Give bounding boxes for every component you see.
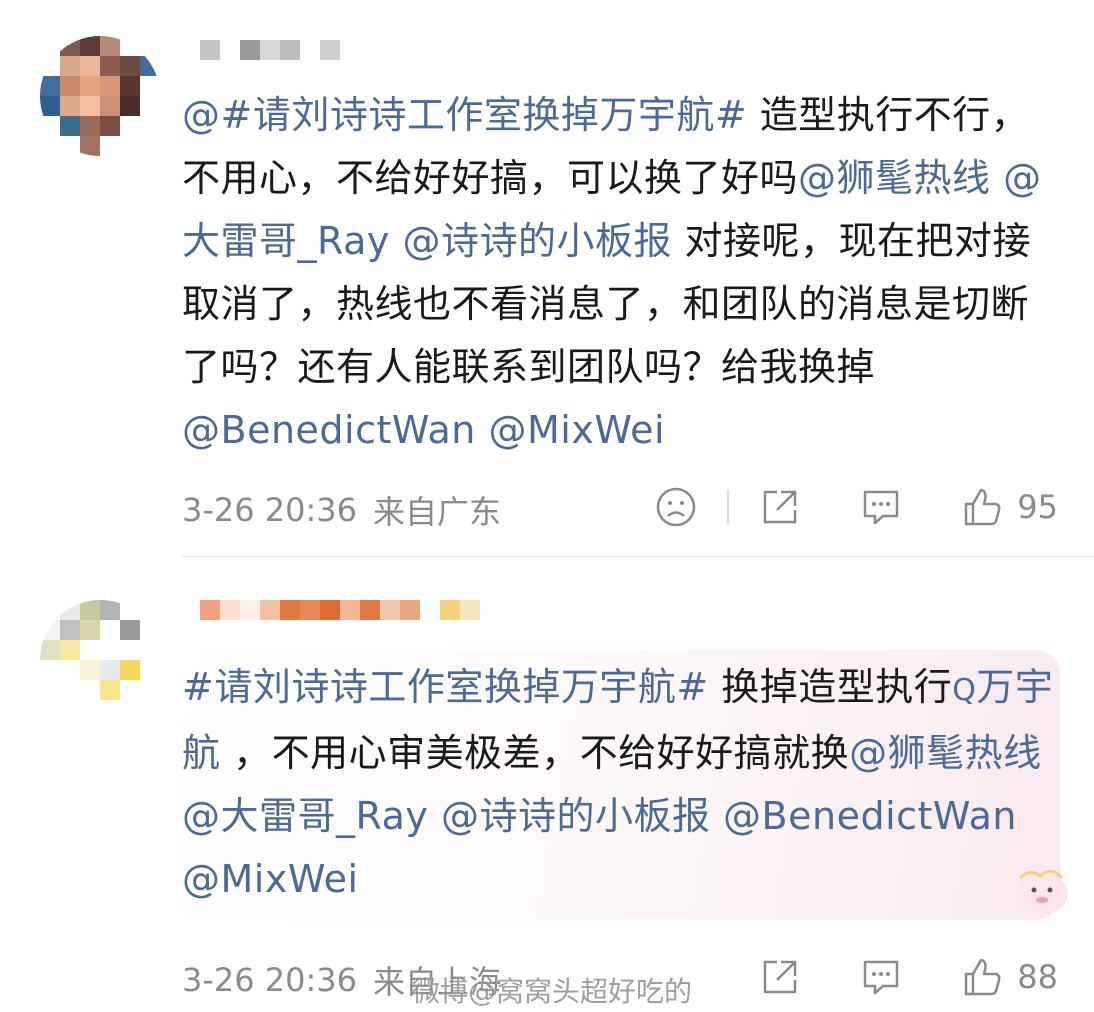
text-segment <box>428 794 441 838</box>
comment-icon[interactable] <box>859 956 903 998</box>
share-icon[interactable] <box>759 486 801 528</box>
mention-link[interactable]: @诗诗的小板报 <box>402 219 672 263</box>
timestamp: 3-26 20:36 <box>182 491 358 529</box>
divider <box>727 490 730 524</box>
text-segment <box>390 219 403 263</box>
comment-text: @#请刘诗诗工作室换掉万宇航# 造型执行不行，不用心，不给好好搞，可以换了好吗@… <box>182 84 1062 462</box>
mention-link[interactable]: @BenedictWan <box>182 408 476 452</box>
avatar[interactable] <box>40 600 160 720</box>
mention-link[interactable]: @MixWei <box>489 408 666 452</box>
comment-text: #请刘诗诗工作室换掉万宇航# 换掉造型执行Q万宇航 ，不用心审美极差，不给好好搞… <box>182 656 1062 911</box>
share-icon[interactable] <box>759 956 801 998</box>
watermark: 微博@窝窝头超好吃的 <box>412 975 693 1008</box>
mention-link[interactable]: @狮髦热线 <box>798 156 991 200</box>
bubble-sticker-icon <box>1000 866 1080 926</box>
mention-link[interactable]: @诗诗的小板报 <box>441 794 711 838</box>
action-bar: 95 <box>655 486 1058 528</box>
dislike-icon[interactable] <box>655 486 697 528</box>
comment-icon[interactable] <box>859 486 903 528</box>
search-icon[interactable]: Q <box>952 673 976 708</box>
username[interactable] <box>200 600 480 640</box>
topic-link[interactable]: #请刘诗诗工作室换掉万宇航# <box>182 665 709 709</box>
like-count: 95 <box>1017 488 1058 526</box>
like-icon[interactable] <box>961 486 1003 528</box>
text-segment <box>991 156 1004 200</box>
action-bar: 88 <box>759 956 1058 998</box>
text-segment <box>710 794 723 838</box>
mention-link[interactable]: @BenedictWan <box>723 794 1017 838</box>
topic-link[interactable]: #请刘诗诗工作室换掉万宇航# <box>221 93 748 137</box>
username[interactable] <box>200 40 340 80</box>
text-segment <box>476 408 489 452</box>
comment-divider <box>182 556 1094 557</box>
mention-link[interactable]: @ <box>182 93 221 137</box>
mention-link[interactable]: @MixWei <box>182 857 359 901</box>
text-segment: ，不用心审美极差，不给好好搞就换 <box>220 731 850 775</box>
like-count: 88 <box>1017 958 1058 996</box>
like-icon[interactable] <box>961 956 1003 998</box>
location: 来自广东 <box>373 493 502 531</box>
text-segment: 换掉造型执行 <box>708 665 953 709</box>
mention-link[interactable]: @大雷哥_Ray <box>182 794 428 838</box>
avatar[interactable] <box>40 36 160 156</box>
mention-link[interactable]: @狮髦热线 <box>849 731 1042 775</box>
timestamp: 3-26 20:36 <box>182 961 358 999</box>
